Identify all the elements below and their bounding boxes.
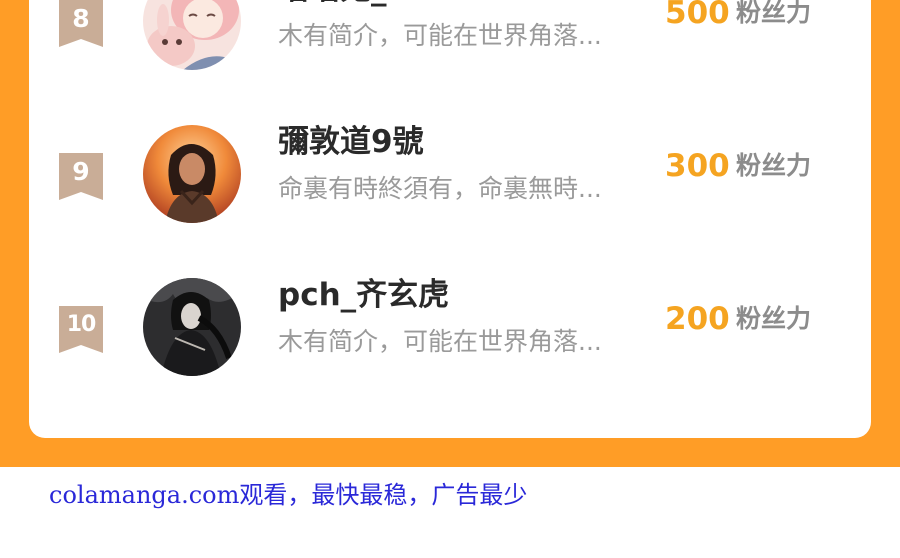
user-avatar[interactable] [143,278,241,376]
user-avatar[interactable] [143,0,241,70]
rank-number: 8 [72,4,90,33]
long-haired-man-avatar-icon [143,125,241,223]
ranking-row[interactable]: 10 pch_齐玄虎 木有简介，可能在世界角落... 200 粉丝力 [29,268,871,388]
rank-badge: 8 [59,0,103,47]
fan-score-unit: 粉丝力 [736,151,812,180]
user-bio: 木有简介，可能在世界角落... [278,327,602,356]
fan-score: 300 [665,148,730,184]
user-bio: 命裏有時終須有，命裏無時... [278,174,602,203]
rank-number: 9 [72,157,90,186]
rank-badge: 9 [59,153,103,200]
fan-score-unit: 粉丝力 [736,304,812,333]
fan-ranking-card: 8 嘻嘻鬼_uo 木有简介，可能在世界角落... 500 粉丝力 [29,0,871,438]
dark-ink-swordsman-avatar-icon [143,278,241,376]
user-name: 嘻嘻鬼_uo [278,0,430,8]
user-name: 彌敦道9號 [278,124,424,160]
rank-number: 10 [66,312,97,337]
user-avatar[interactable] [143,125,241,223]
user-bio: 木有简介，可能在世界角落... [278,21,602,50]
rank-badge: 10 [59,306,103,353]
fan-score: 200 [665,301,730,337]
user-name: pch_齐玄虎 [278,277,450,313]
ranking-row[interactable]: 9 彌敦道9號 命裏有時終須有，命裏無時... 300 粉丝力 [29,115,871,235]
fan-score-unit: 粉丝力 [736,0,812,27]
anime-girl-with-bunny-avatar-icon [143,0,241,70]
fan-score: 500 [665,0,730,31]
site-watermark-link[interactable]: colamanga.com观看，最快最稳，广告最少 [49,479,527,511]
ranking-row[interactable]: 8 嘻嘻鬼_uo 木有简介，可能在世界角落... 500 粉丝力 [29,0,871,82]
